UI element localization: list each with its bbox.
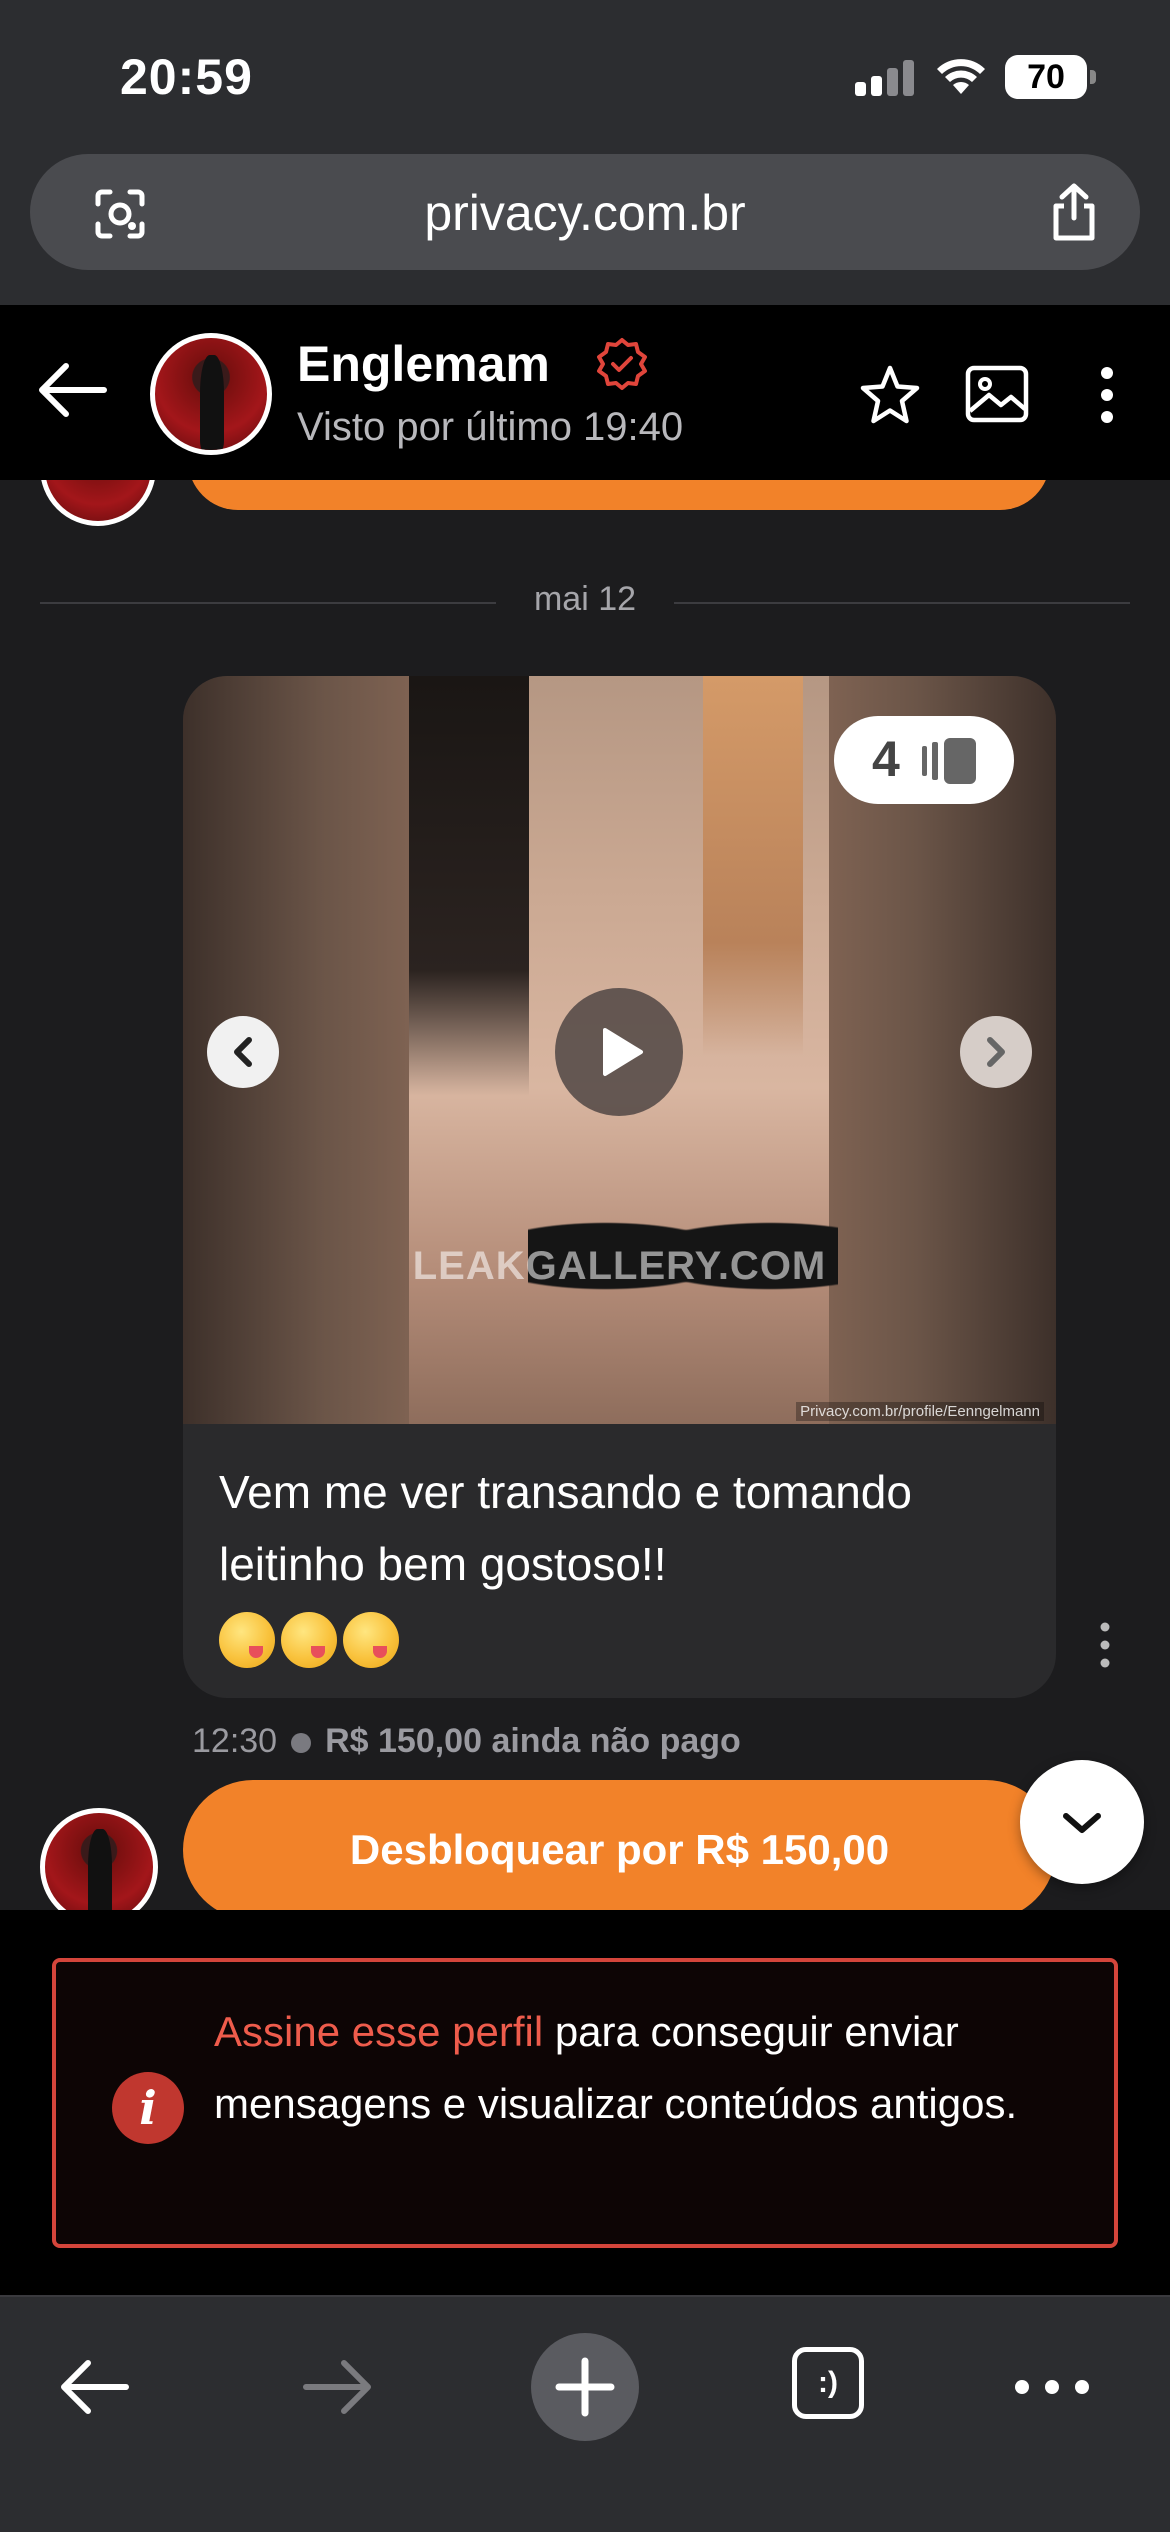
browser-toolbar: :) bbox=[0, 2295, 1170, 2532]
source-label: Privacy.com.br/profile/Eenngelmann bbox=[796, 1402, 1044, 1421]
message-time: 12:30 bbox=[192, 1722, 278, 1760]
yum-emoji-icon bbox=[343, 1611, 399, 1668]
address-bar[interactable]: privacy.com.br bbox=[30, 154, 1140, 270]
carousel-next-button[interactable] bbox=[960, 1016, 1032, 1088]
signal-icon bbox=[855, 60, 915, 96]
payment-status: R$ 150,00 ainda não pago bbox=[325, 1722, 741, 1760]
profile-name[interactable]: Englemam bbox=[297, 335, 550, 393]
status-time: 20:59 bbox=[120, 49, 253, 105]
media-carousel[interactable]: 4 LEAKGALLERY.COM Privacy.com.br/profile… bbox=[183, 676, 1056, 1424]
chat-header: Englemam Visto por último 19:40 bbox=[0, 305, 1170, 480]
subscribe-link[interactable]: Assine esse perfil bbox=[214, 2008, 543, 2055]
gallery-icon[interactable] bbox=[965, 365, 1029, 423]
chevron-right-icon bbox=[987, 1037, 1005, 1067]
browser-forward-icon[interactable] bbox=[302, 2357, 374, 2417]
slide-count-badge: 4 bbox=[834, 716, 1014, 804]
slide-count: 4 bbox=[872, 731, 900, 787]
play-button[interactable] bbox=[555, 988, 683, 1116]
battery-indicator: 70 bbox=[1005, 55, 1087, 99]
subscription-notice: i Assine esse perfil para conseguir envi… bbox=[52, 1958, 1118, 2248]
plus-icon bbox=[555, 2357, 615, 2417]
chat-messages[interactable]: mai 12 4 LEAKGALLERY.COM Privacy.com.br/… bbox=[0, 480, 1170, 1910]
avatar-figure bbox=[88, 1829, 112, 1910]
yum-emoji-icon bbox=[281, 1611, 337, 1668]
subscription-notice-area: i Assine esse perfil para conseguir envi… bbox=[0, 1910, 1170, 2295]
tab-switcher-button[interactable]: :) bbox=[792, 2347, 864, 2419]
share-icon[interactable] bbox=[1046, 182, 1102, 242]
star-icon[interactable] bbox=[858, 363, 922, 427]
scroll-to-bottom-button[interactable] bbox=[1020, 1760, 1144, 1884]
browser-back-icon[interactable] bbox=[58, 2357, 130, 2417]
battery-tip bbox=[1090, 70, 1096, 84]
media-message-card: 4 LEAKGALLERY.COM Privacy.com.br/profile… bbox=[183, 676, 1056, 1698]
media-image-detail bbox=[409, 676, 529, 1096]
menu-dots-icon[interactable] bbox=[1012, 2375, 1092, 2399]
message-meta: 12:30 R$ 150,00 ainda não pago bbox=[192, 1722, 741, 1761]
sender-avatar bbox=[40, 480, 156, 526]
meta-separator bbox=[291, 1733, 312, 1754]
date-text: mai 12 bbox=[533, 580, 637, 618]
message-caption: Vem me ver transando e tomando leitinho … bbox=[219, 1456, 1019, 1672]
chevron-left-icon bbox=[234, 1037, 252, 1067]
carousel-prev-button[interactable] bbox=[207, 1016, 279, 1088]
verified-badge-icon bbox=[597, 338, 647, 390]
avatar-figure bbox=[199, 354, 225, 450]
play-icon bbox=[603, 1028, 643, 1076]
notice-text: Assine esse perfil para conseguir enviar… bbox=[214, 1996, 1074, 2140]
date-divider: mai 12 bbox=[40, 580, 1130, 624]
caption-text: Vem me ver transando e tomando leitinho … bbox=[219, 1466, 912, 1590]
new-tab-button[interactable] bbox=[531, 2333, 639, 2441]
divider-line-right bbox=[674, 602, 1130, 604]
last-seen-text: Visto por último 19:40 bbox=[297, 405, 684, 449]
media-image-detail bbox=[703, 676, 803, 1056]
status-bar: 20:59 70 bbox=[0, 0, 1170, 150]
wifi-icon bbox=[937, 59, 985, 94]
watermark-text: LEAKGALLERY.COM bbox=[412, 1244, 827, 1288]
back-arrow-icon[interactable] bbox=[36, 360, 108, 420]
yum-emoji-icon bbox=[219, 1611, 275, 1668]
browser-url-area: privacy.com.br bbox=[0, 150, 1170, 305]
more-options-icon[interactable] bbox=[1092, 365, 1122, 425]
unlock-button[interactable]: Desbloquear por R$ 150,00 bbox=[183, 1780, 1056, 1910]
url-text: privacy.com.br bbox=[424, 185, 746, 241]
profile-avatar[interactable] bbox=[150, 333, 272, 455]
carousel-stack-icon bbox=[922, 738, 976, 784]
chevron-down-icon bbox=[1063, 1813, 1101, 1833]
info-icon: i bbox=[112, 2072, 184, 2144]
message-options-icon[interactable] bbox=[1090, 1620, 1120, 1670]
sender-avatar[interactable] bbox=[40, 1808, 158, 1910]
previous-unlock-button[interactable] bbox=[188, 480, 1050, 510]
